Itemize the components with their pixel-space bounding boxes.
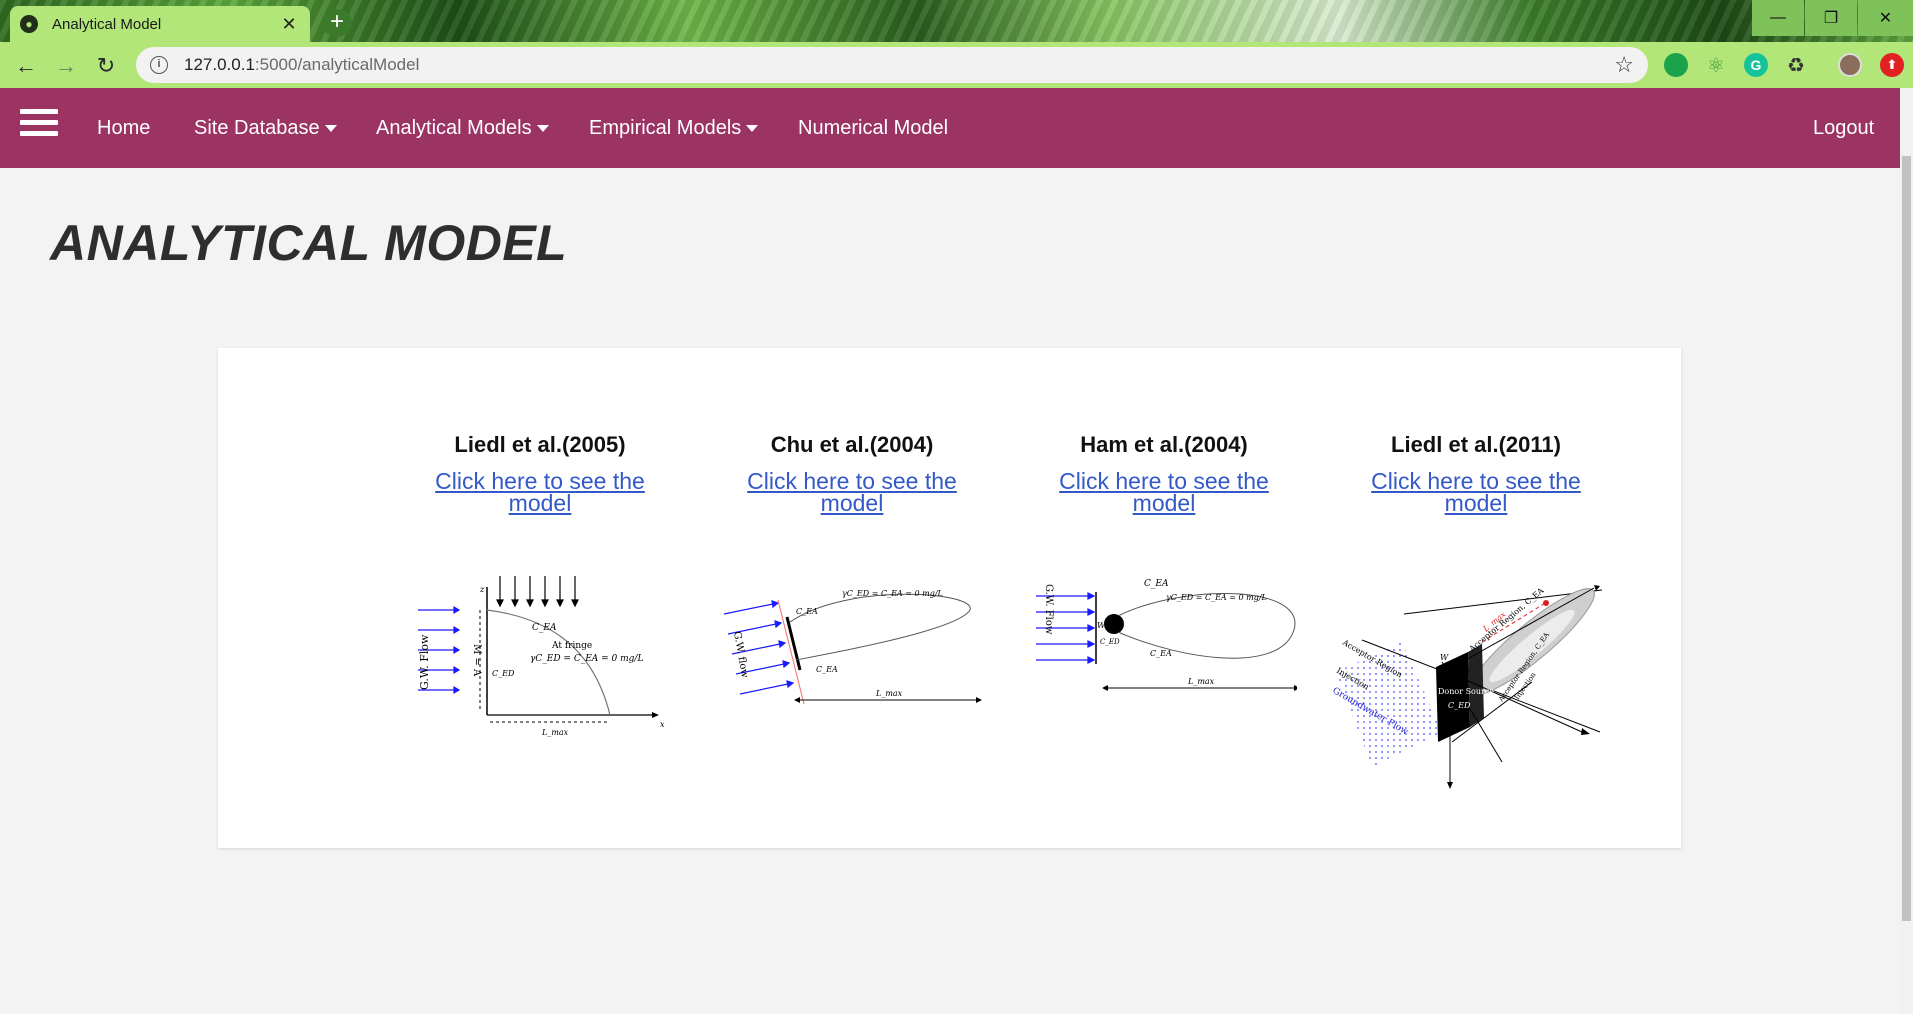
fig-label: C_ED (1448, 701, 1471, 710)
nav-site-database-label: Site Database (194, 117, 320, 139)
fig-label: z (479, 585, 485, 594)
model-link[interactable]: Click here to see the model (384, 470, 696, 515)
page-title: ANALYTICAL MODEL (50, 215, 568, 271)
fig-label: γC_ED = C_EA = 0 mg/L (1166, 593, 1267, 602)
fig-label: x (660, 720, 665, 729)
fig-label: γC_ED = C_EA = 0 mg/L (530, 654, 643, 664)
fig-label: G.W. Flow (1043, 584, 1054, 635)
page-scrollbar[interactable] (1900, 88, 1913, 1014)
url-text: 127.0.0.1:5000/analyticalModel (184, 55, 1614, 75)
fig-label: Donor Source (1438, 687, 1494, 696)
model-name: Liedl et al.(2011) (1391, 432, 1561, 457)
nav-analytical-models[interactable]: Analytical Models (376, 117, 549, 140)
fig-label: C_EA (796, 607, 818, 616)
url-path: :5000/analyticalModel (254, 55, 420, 74)
nav-site-database[interactable]: Site Database (194, 117, 337, 140)
fig-label: C_EA (816, 665, 838, 674)
bookmark-star-icon[interactable]: ☆ (1614, 52, 1634, 78)
model-name: Liedl et al.(2005) (454, 432, 626, 457)
recycle-icon[interactable]: ♻ (1784, 53, 1808, 77)
extension-red-icon[interactable]: ⬆ (1880, 53, 1904, 77)
new-tab-button[interactable]: + (322, 9, 352, 37)
nav-numerical-model[interactable]: Numerical Model (798, 117, 948, 140)
fig-label: W (1097, 621, 1106, 630)
nav-home[interactable]: Home (97, 117, 150, 140)
model-name: Ham et al.(2004) (1080, 432, 1248, 457)
info-icon[interactable]: i (150, 56, 168, 74)
reload-icon[interactable]: ↻ (92, 52, 120, 80)
chu-2004-diagram[interactable]: C_EA γC_ED = C_EA = 0 mg/L C_EA L_max G.… (718, 572, 983, 722)
nav-empirical-models[interactable]: Empirical Models (589, 117, 759, 140)
caret-down-icon (536, 125, 549, 133)
nav-logout[interactable]: Logout (1813, 117, 1874, 140)
model-card-ham-2004: Ham et al.(2004) Click here to see the m… (1008, 432, 1320, 691)
model-card-chu-2004: Chu et al.(2004) Click here to see the m… (696, 432, 1008, 705)
fig-label: L_max (541, 728, 569, 737)
window-close-button[interactable]: ✕ (1858, 0, 1913, 36)
ham-2004-diagram[interactable]: C_EA γC_ED = C_EA = 0 mg/L C_ED C_EA L_m… (1032, 564, 1297, 704)
liedl-2011-diagram[interactable]: Acceptor Region, C_EA Acceptor Region, C… (1332, 582, 1612, 797)
globe-icon: ● (20, 15, 38, 33)
model-link[interactable]: Click here to see the model (696, 470, 1008, 515)
grammarly-icon[interactable]: G (1744, 53, 1768, 77)
fig-label: G.W. Flow (418, 634, 431, 690)
fig-label: C_ED (1100, 638, 1120, 646)
fig-label: L_max (875, 689, 903, 698)
model-card-liedl-2011: Liedl et al.(2011) Click here to see the… (1320, 432, 1632, 789)
caret-down-icon (324, 125, 337, 133)
caret-down-icon (746, 125, 759, 133)
fig-label: W (1440, 653, 1449, 662)
close-icon[interactable]: ✕ (278, 14, 300, 35)
browser-tab[interactable]: ● Analytical Model ✕ (10, 6, 310, 42)
scrollbar-thumb[interactable] (1902, 156, 1911, 921)
fig-label: G.W. flow (731, 631, 750, 680)
model-link[interactable]: Click here to see the model (1320, 470, 1632, 515)
nav-empirical-models-label: Empirical Models (589, 117, 742, 139)
fig-label: C_EA (1144, 579, 1169, 589)
model-name: Chu et al.(2004) (770, 432, 934, 457)
forward-arrow-icon[interactable]: → (52, 52, 80, 80)
fig-label: M (1439, 731, 1449, 740)
fig-label: L_max (1187, 677, 1215, 686)
fig-label: C_EA (1150, 649, 1172, 658)
menu-icon[interactable] (20, 109, 58, 139)
profile-avatar[interactable] (1838, 53, 1862, 77)
fig-label: At fringe (551, 641, 592, 651)
model-link[interactable]: Click here to see the model (1008, 470, 1320, 515)
extension-atom-icon[interactable]: ⚛ (1704, 53, 1728, 77)
fig-label: C_ED (492, 669, 515, 678)
fig-label: M = A (471, 644, 482, 677)
model-card-liedl-2005: Liedl et al.(2005) Click here to see the… (384, 432, 696, 737)
extension-green-dot-icon[interactable] (1664, 53, 1688, 77)
liedl-2005-diagram[interactable]: C_EA At fringe γC_ED = C_EA = 0 mg/L C_E… (412, 572, 672, 747)
fig-label: C_EA (532, 623, 557, 633)
nav-analytical-models-label: Analytical Models (376, 117, 532, 139)
url-input[interactable]: i 127.0.0.1:5000/analyticalModel ☆ (136, 47, 1648, 83)
main-navbar: Home Site Database Analytical Models Emp… (0, 88, 1900, 168)
models-card: Liedl et al.(2005) Click here to see the… (218, 348, 1681, 848)
tab-title: Analytical Model (52, 15, 162, 33)
url-host: 127.0.0.1 (184, 55, 255, 74)
maximize-button[interactable]: ❐ (1805, 0, 1857, 36)
minimize-button[interactable]: — (1752, 0, 1804, 36)
fig-label: γC_ED = C_EA = 0 mg/L (842, 589, 943, 598)
back-arrow-icon[interactable]: ← (12, 52, 40, 80)
